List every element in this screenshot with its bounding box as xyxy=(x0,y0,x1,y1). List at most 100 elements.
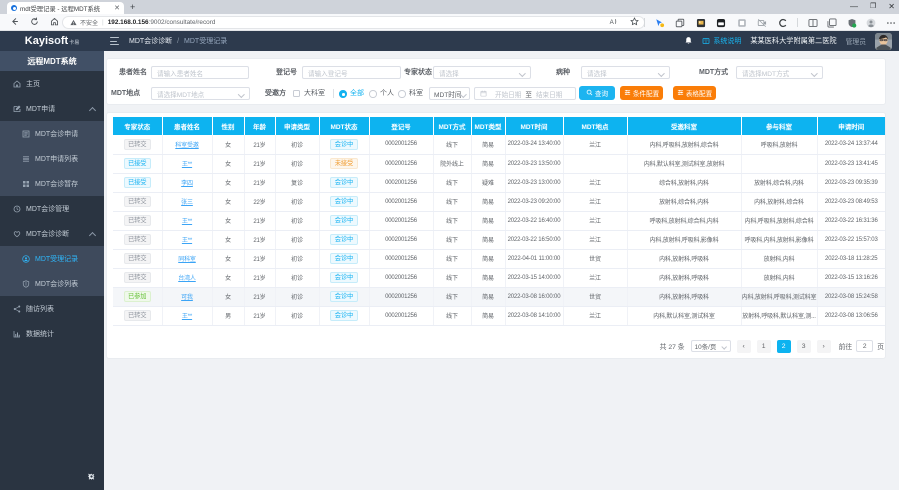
date-range-picker[interactable]: 开始日期 至 结束日期 xyxy=(474,87,576,100)
sidebar-menu-item[interactable]: 数据统计 xyxy=(0,321,104,346)
table-column-header[interactable]: 年龄 xyxy=(244,117,275,135)
tab-close-icon[interactable]: ✕ xyxy=(114,5,120,12)
invitee-radio-dept-label[interactable]: 科室 xyxy=(409,87,423,100)
patient-name-link[interactable]: 王** xyxy=(182,314,192,320)
dept-group-checkbox-label[interactable]: 大科室 xyxy=(304,87,325,100)
table-column-header[interactable]: MDT方式 xyxy=(433,117,471,135)
table-row[interactable]: 已转交 王** 女 21岁 初诊 会诊中 0002001256 线下 简易 20… xyxy=(113,211,885,230)
patient-name-link[interactable]: 王** xyxy=(182,162,192,168)
patient-name-input[interactable]: 请输入患者姓名 xyxy=(151,66,249,79)
browser-profile-avatar[interactable] xyxy=(866,18,876,28)
sidebar-menu-item[interactable]: MDT会诊列表 xyxy=(0,271,104,296)
browser-extension-icon[interactable] xyxy=(696,18,706,28)
pagination-page-button[interactable]: 2 xyxy=(777,340,791,353)
table-row[interactable]: 已转交 同科室 女 21岁 初诊 会诊中 0002001256 线下 简易 20… xyxy=(113,249,885,268)
table-column-header[interactable]: 申请类型 xyxy=(275,117,319,135)
table-column-header[interactable]: 性别 xyxy=(212,117,244,135)
browser-extension-icon[interactable] xyxy=(778,18,788,28)
back-icon[interactable] xyxy=(10,17,19,26)
pagination-prev-button[interactable]: ‹ xyxy=(737,340,751,353)
invitee-radio-all-label[interactable]: 全部 xyxy=(350,87,364,100)
sidebar-menu-item[interactable]: 主页 xyxy=(0,71,104,96)
disease-select[interactable]: 请选择 xyxy=(581,66,670,79)
window-minimize-button[interactable]: — xyxy=(850,3,858,11)
browser-menu-dots-icon[interactable] xyxy=(886,18,896,28)
expert-status-select[interactable]: 请选择 xyxy=(433,66,531,79)
patient-name-link[interactable]: 同科室 xyxy=(178,257,196,263)
patient-name-link[interactable]: 王** xyxy=(182,219,192,225)
mdt-place-select[interactable]: 请选择MDT地点 xyxy=(151,87,250,100)
patient-name-link[interactable]: 张三 xyxy=(181,200,193,206)
table-row[interactable]: 已接受 李四 女 21岁 复诊 会诊中 0002001256 线下 疑难 202… xyxy=(113,173,885,192)
mdt-mode-select[interactable]: 请选择MDT方式 xyxy=(736,66,823,79)
sidebar-menu-item[interactable]: MDT会诊暂存 xyxy=(0,171,104,196)
read-aloud-icon[interactable] xyxy=(609,17,618,28)
table-column-header[interactable]: MDT状态 xyxy=(319,117,369,135)
patient-name-link[interactable]: 科室受邀 xyxy=(175,143,198,149)
invitee-radio-personal[interactable] xyxy=(369,90,377,98)
invitee-radio-all[interactable] xyxy=(339,90,347,98)
table-row[interactable]: 已转交 王** 男 21岁 初诊 会诊中 0002001256 线下 简易 20… xyxy=(113,306,885,325)
patient-name-link[interactable]: 台湾人 xyxy=(178,276,196,282)
table-config-button[interactable]: 表格配置 xyxy=(673,86,716,100)
pagination-page-button[interactable]: 1 xyxy=(757,340,771,353)
table-row[interactable]: 已转交 王** 女 21岁 初诊 会诊中 0002001256 线下 简易 20… xyxy=(113,230,885,249)
refresh-icon[interactable] xyxy=(30,17,39,26)
browser-tab[interactable]: mdt受理记录 - 远程MDT系统 ✕ xyxy=(7,2,124,14)
window-restore-button[interactable]: ❐ xyxy=(870,3,876,10)
browser-extension-icon[interactable] xyxy=(757,18,767,28)
table-column-header[interactable]: 登记号 xyxy=(369,117,433,135)
table-column-header[interactable]: 受邀科室 xyxy=(627,117,741,135)
home-icon[interactable] xyxy=(50,17,59,26)
table-column-header[interactable]: 参与科室 xyxy=(741,117,817,135)
search-button[interactable]: 查询 xyxy=(579,86,615,100)
time-type-select[interactable]: MDT时间 xyxy=(429,87,470,100)
register-no-input[interactable]: 请输入登记号 xyxy=(302,66,401,79)
pagination-next-button[interactable]: › xyxy=(817,340,831,353)
table-row[interactable]: 已转交 台湾人 女 21岁 初诊 会诊中 0002001256 线下 简易 20… xyxy=(113,268,885,287)
pagination-page-button[interactable]: 3 xyxy=(797,340,811,353)
table-row[interactable]: 已参加 可我 女 21岁 初诊 会诊中 0002001256 线下 简易 202… xyxy=(113,287,885,306)
sidebar-menu-item[interactable]: MDT会诊申请 xyxy=(0,121,104,146)
table-column-header[interactable]: MDT类型 xyxy=(471,117,505,135)
patient-name-link[interactable]: 王** xyxy=(182,238,192,244)
pagination-goto-input[interactable]: 2 xyxy=(856,340,873,352)
sidebar-menu-item[interactable]: MDT申请 xyxy=(0,96,104,121)
table-column-header[interactable]: 患者姓名 xyxy=(162,117,212,135)
sidebar-menu-item[interactable]: MDT申请列表 xyxy=(0,146,104,171)
table-row[interactable]: 已接受 王** 女 21岁 初诊 未接受 0002001256 院外线上 简易 … xyxy=(113,154,885,173)
window-close-button[interactable]: ✕ xyxy=(888,3,895,11)
notification-bell-icon[interactable] xyxy=(684,32,693,50)
collections-icon[interactable] xyxy=(827,18,837,28)
patient-name-link[interactable]: 可我 xyxy=(181,295,193,301)
patient-name-link[interactable]: 李四 xyxy=(181,181,193,187)
sidebar-menu-item[interactable]: MDT受理记录 xyxy=(0,246,104,271)
browser-extension-icon[interactable] xyxy=(716,18,726,28)
page-size-select[interactable]: 10条/页 xyxy=(691,340,731,352)
table-row[interactable]: 已转交 科室受邀 女 21岁 初诊 会诊中 0002001256 线下 简易 2… xyxy=(113,135,885,154)
browser-extension-icon[interactable] xyxy=(737,18,747,28)
split-screen-icon[interactable] xyxy=(808,18,818,28)
settings-gear-icon[interactable] xyxy=(87,468,96,486)
browser-extension-icon[interactable] xyxy=(655,18,665,28)
sidebar-menu-item[interactable]: MDT会诊管理 xyxy=(0,196,104,221)
table-column-header[interactable]: MDT地点 xyxy=(563,117,627,135)
user-avatar[interactable] xyxy=(875,33,892,50)
new-tab-button[interactable]: + xyxy=(130,3,135,12)
invitee-radio-dept[interactable] xyxy=(398,90,406,98)
system-doc-link[interactable]: 系统说明 xyxy=(702,36,741,46)
table-column-header[interactable]: MDT时间 xyxy=(505,117,563,135)
table-column-header[interactable]: 专家状态 xyxy=(113,117,162,135)
sidebar-collapse-icon[interactable] xyxy=(110,37,119,45)
table-column-header[interactable]: 申请时间 xyxy=(817,117,885,135)
sidebar-menu-item[interactable]: MDT会诊诊断 xyxy=(0,221,104,246)
invitee-radio-personal-label[interactable]: 个人 xyxy=(380,87,394,100)
dept-group-checkbox[interactable] xyxy=(293,90,300,97)
sidebar-menu-item[interactable]: 随访列表 xyxy=(0,296,104,321)
favorite-star-icon[interactable] xyxy=(630,17,639,28)
condition-config-button[interactable]: 条件配置 xyxy=(620,86,663,100)
browser-extension-icon[interactable] xyxy=(675,18,685,28)
address-bar[interactable]: 不安全 | 192.168.0.156:9002/consultate/reco… xyxy=(62,16,645,29)
table-row[interactable]: 已转交 张三 女 22岁 初诊 会诊中 0002001256 线下 简易 202… xyxy=(113,192,885,211)
browser-shield-icon[interactable] xyxy=(847,18,857,28)
